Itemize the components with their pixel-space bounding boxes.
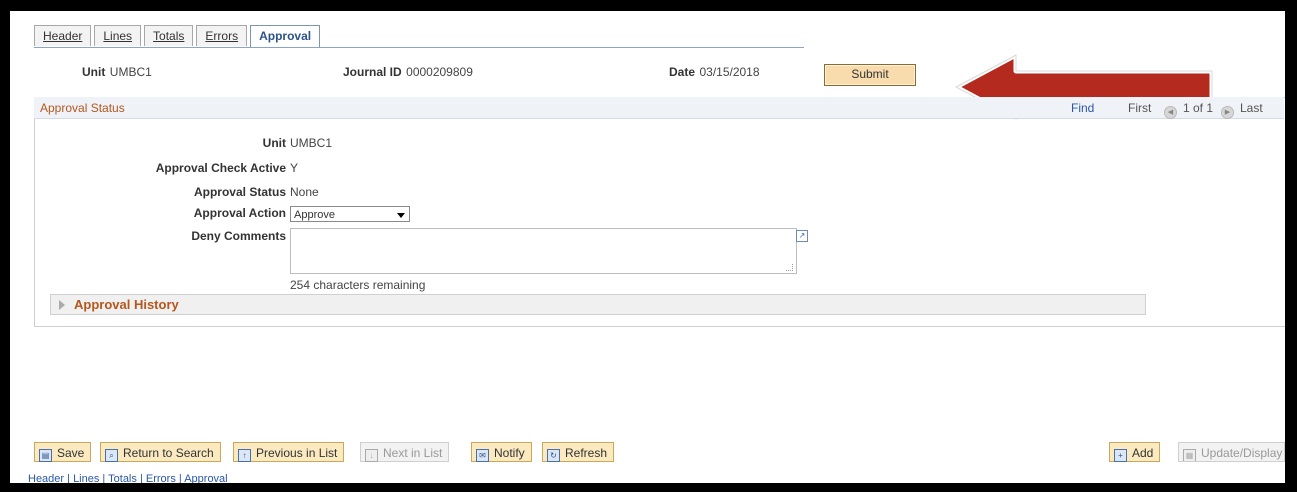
approval-check-active-label: Approval Check Active: [155, 161, 286, 175]
approval-action-select[interactable]: Approve: [290, 206, 410, 222]
footer-link-totals[interactable]: Totals: [108, 473, 137, 483]
characters-remaining: 254 characters remaining: [290, 278, 426, 292]
next-in-list-label: Next in List: [383, 446, 443, 460]
save-icon: ▤: [39, 449, 52, 462]
tab-underline: [34, 47, 804, 48]
previous-list-icon: ↑: [238, 449, 251, 462]
deny-comments-textarea[interactable]: [290, 228, 797, 274]
resize-handle-icon[interactable]: [786, 264, 793, 271]
search-icon: ⌕: [105, 449, 118, 462]
refresh-icon: ↻: [547, 449, 560, 462]
tab-lines[interactable]: Lines: [94, 25, 142, 46]
header-unit: Unit UMBC1: [82, 63, 152, 81]
next-list-icon: ↓: [365, 449, 378, 462]
footer-link-header[interactable]: Header: [28, 473, 64, 483]
journal-id-value: 0000209809: [406, 65, 473, 79]
header-journal-id: Journal ID 0000209809: [343, 63, 473, 81]
footer-link-lines[interactable]: Lines: [73, 473, 99, 483]
footer-links: Header | Lines | Totals | Errors | Appro…: [28, 473, 228, 485]
header-date: Date 03/15/2018: [669, 63, 760, 81]
app-window: Header Lines Totals Errors Approval Unit…: [8, 9, 1287, 485]
chevron-down-icon: [397, 213, 405, 218]
add-icon: +: [1114, 449, 1127, 462]
return-to-search-label: Return to Search: [123, 446, 214, 460]
header-unit-label: Unit: [82, 65, 106, 79]
page-count: 1 of 1: [1183, 101, 1214, 115]
add-label: Add: [1132, 446, 1154, 460]
date-label: Date: [669, 65, 696, 79]
save-button[interactable]: ▤ Save: [34, 442, 92, 462]
next-arrow-icon[interactable]: ▶: [1221, 101, 1234, 119]
approval-status-label: Approval Status: [193, 185, 286, 199]
approval-action-label: Approval Action: [193, 206, 286, 220]
approval-status-title: Approval Status: [40, 101, 125, 115]
previous-in-list-button[interactable]: ↑ Previous in List: [233, 442, 345, 462]
find-link[interactable]: Find: [1071, 101, 1094, 115]
journal-id-label: Journal ID: [343, 65, 402, 79]
update-display-button[interactable]: ▦ Update/Display: [1178, 442, 1285, 462]
notify-button[interactable]: ✉ Notify: [471, 442, 532, 462]
tab-totals[interactable]: Totals: [144, 25, 194, 46]
date-value: 03/15/2018: [699, 65, 760, 79]
previous-in-list-label: Previous in List: [256, 446, 338, 460]
tab-strip: Header Lines Totals Errors Approval: [34, 25, 323, 48]
refresh-button[interactable]: ↻ Refresh: [542, 442, 615, 462]
refresh-label: Refresh: [565, 446, 608, 460]
approval-action-value: Approve: [294, 209, 335, 221]
update-display-icon: ▦: [1183, 449, 1196, 461]
notify-icon: ✉: [476, 449, 489, 462]
unit-label: Unit: [262, 136, 286, 150]
deny-comments-label: Deny Comments: [191, 229, 286, 243]
add-button[interactable]: + Add: [1109, 442, 1161, 462]
expand-triangle-icon: [59, 300, 65, 310]
footer-link-approval[interactable]: Approval: [184, 473, 227, 483]
return-to-search-button[interactable]: ⌕ Return to Search: [100, 442, 221, 462]
save-label: Save: [57, 446, 85, 460]
approval-history-label: Approval History: [74, 297, 179, 312]
update-display-label: Update/Display: [1201, 446, 1283, 460]
footer-link-errors[interactable]: Errors: [146, 473, 176, 483]
submit-button[interactable]: Submit: [824, 64, 916, 86]
header-unit-value: UMBC1: [109, 65, 152, 79]
tab-errors[interactable]: Errors: [196, 25, 248, 46]
notify-label: Notify: [494, 446, 525, 460]
unit-value: UMBC1: [290, 136, 333, 150]
approval-history-section[interactable]: Approval History: [50, 294, 1146, 315]
prev-arrow-icon[interactable]: ◀: [1164, 101, 1177, 119]
next-in-list-button[interactable]: ↓ Next in List: [360, 442, 450, 462]
approval-check-active-value: Y: [290, 161, 299, 175]
approval-status-header: Approval Status Find First ◀ 1 of 1 ▶ La…: [34, 97, 1284, 119]
approval-status-value: None: [290, 185, 319, 199]
tab-approval[interactable]: Approval: [250, 25, 321, 48]
tab-header[interactable]: Header: [34, 25, 92, 46]
expand-textarea-icon[interactable]: ↗: [796, 230, 808, 242]
first-link[interactable]: First: [1128, 101, 1151, 115]
last-link[interactable]: Last: [1240, 101, 1263, 115]
